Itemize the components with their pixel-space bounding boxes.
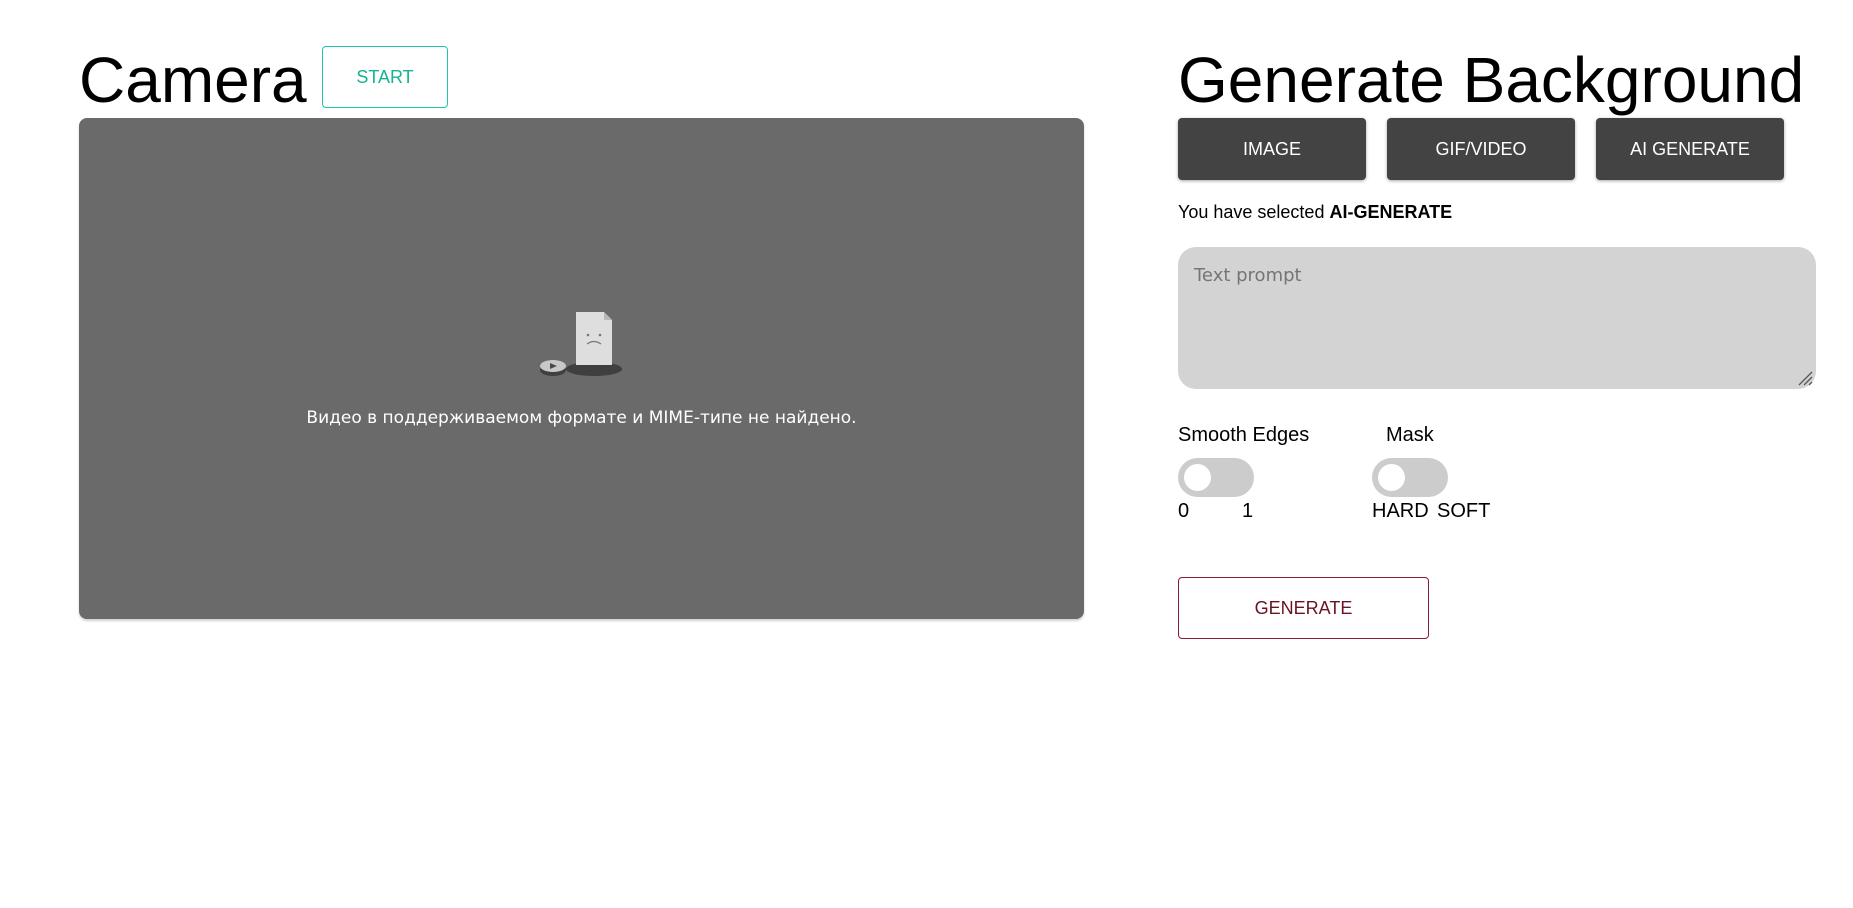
video-error-message: Видео в поддерживаемом формате и MIME-ти… [306, 408, 857, 428]
toggle-knob [1378, 464, 1405, 491]
mode-gif-video-button[interactable]: GIF/VIDEO [1387, 118, 1575, 180]
selected-mode-text: You have selected AI-GENERATE [1178, 202, 1452, 223]
page: Camera START Видео в поддерживаемом форм… [0, 0, 1853, 908]
camera-title: Camera [79, 44, 307, 116]
mask-label: Mask [1386, 424, 1434, 446]
mode-ai-generate-button[interactable]: AI GENERATE [1596, 118, 1784, 180]
selected-mode-prefix: You have selected [1178, 202, 1325, 222]
mask-min-label: HARD [1372, 500, 1429, 522]
start-button[interactable]: START [322, 46, 448, 108]
selected-mode-value: AI-GENERATE [1329, 202, 1453, 222]
smooth-edges-max-label: 1 [1242, 500, 1254, 522]
toggle-knob [1184, 464, 1211, 491]
smooth-edges-min-label: 0 [1178, 500, 1190, 522]
text-prompt-input[interactable] [1178, 247, 1816, 389]
smooth-edges-toggle[interactable] [1178, 458, 1254, 497]
mask-toggle[interactable] [1372, 458, 1448, 497]
generate-background-title: Generate Background [1178, 44, 1805, 116]
generate-button[interactable]: GENERATE [1178, 577, 1429, 639]
mask-max-label: SOFT [1437, 500, 1491, 522]
mode-image-button[interactable]: IMAGE [1178, 118, 1366, 180]
smooth-edges-label: Smooth Edges [1178, 424, 1310, 446]
